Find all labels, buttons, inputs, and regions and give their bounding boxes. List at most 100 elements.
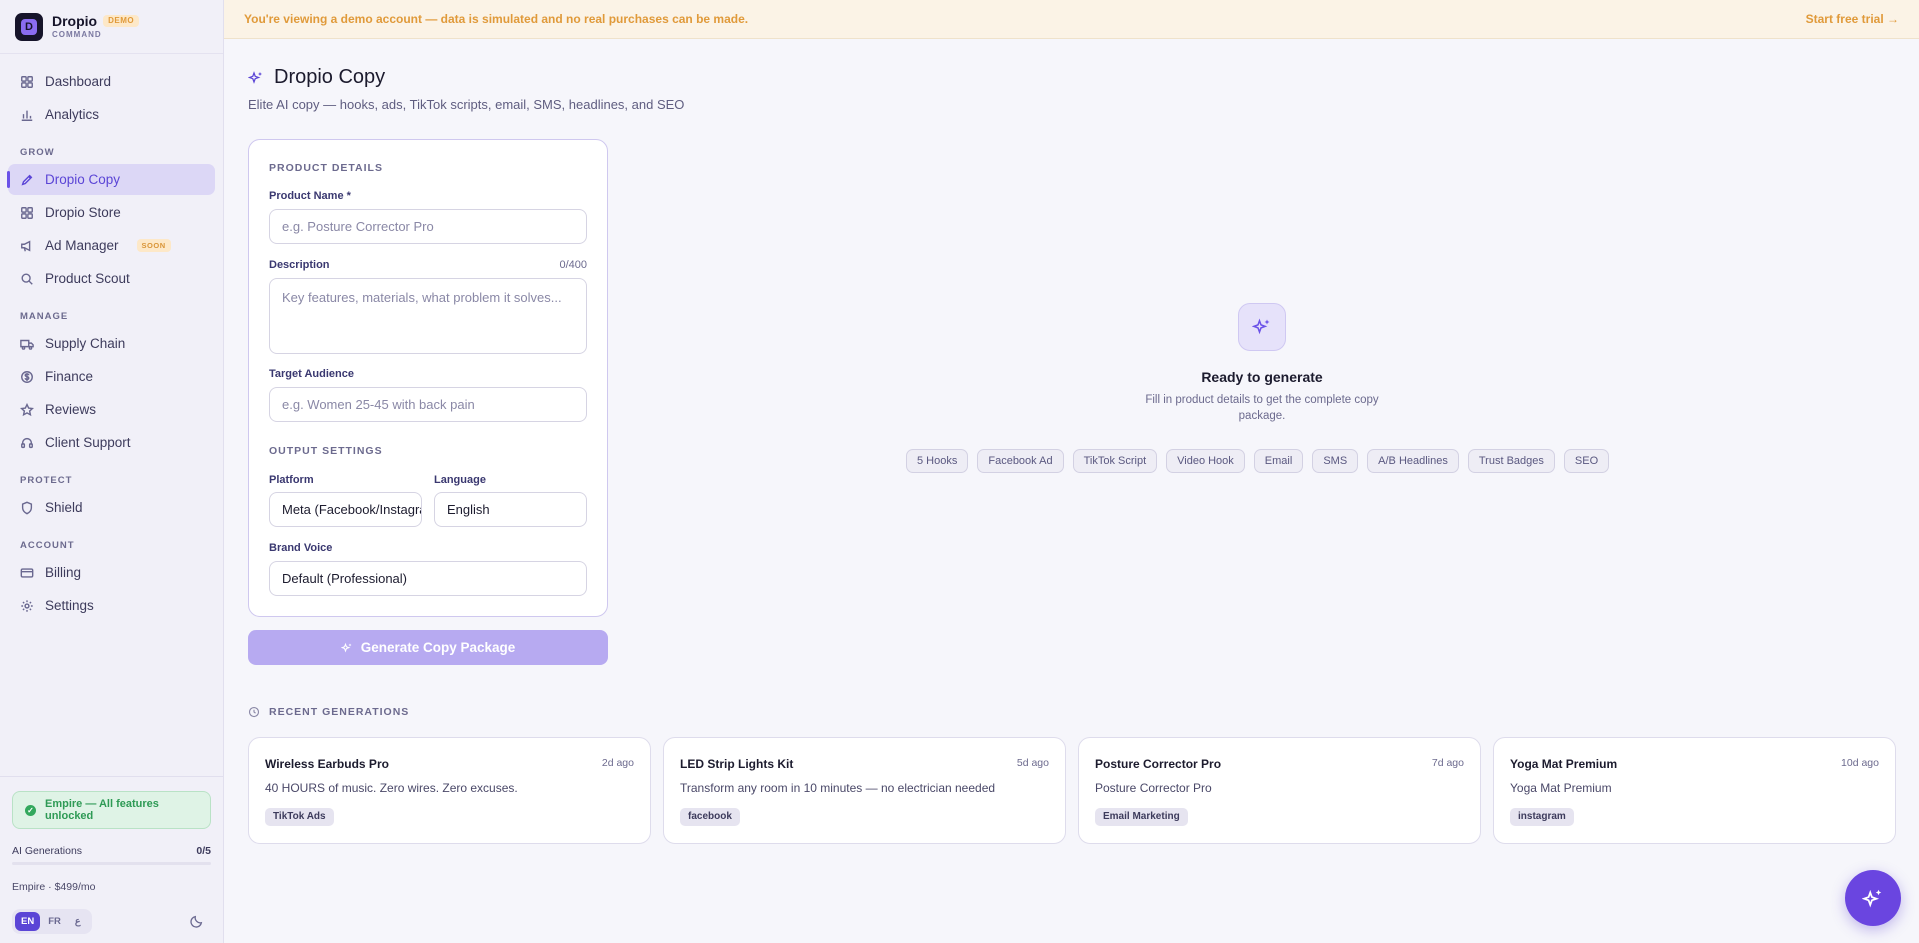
empty-state-title: Ready to generate: [1201, 369, 1323, 385]
recent-card[interactable]: Yoga Mat Premium 10d ago Yoga Mat Premiu…: [1493, 737, 1896, 844]
page-title: Dropio Copy: [248, 66, 385, 89]
generations-label: AI Generations: [12, 845, 83, 857]
nav-item-shield[interactable]: Shield: [8, 492, 215, 523]
nav-label: Product Scout: [45, 271, 130, 286]
pencil-icon: [21, 174, 33, 185]
nav-item-dropio-store[interactable]: Dropio Store: [8, 197, 215, 228]
platform-value: Meta (Facebook/Instagram): [282, 502, 421, 517]
nav-label: Ad Manager: [45, 238, 119, 253]
recent-generations-heading: RECENT GENERATIONS: [248, 706, 409, 718]
recent-card-title: Posture Corrector Pro: [1095, 757, 1222, 771]
page-subtitle: Elite AI copy — hooks, ads, TikTok scrip…: [248, 97, 685, 112]
check-circle-icon: ✓: [25, 804, 36, 816]
product-name-input[interactable]: [269, 209, 587, 244]
language-select[interactable]: English: [434, 492, 587, 527]
star-icon: [20, 402, 34, 416]
sparkles-icon: [1862, 889, 1882, 908]
sidebar-footer: ✓ Empire — All features unlocked AI Gene…: [0, 776, 223, 943]
nav-label: Finance: [45, 369, 94, 384]
recent-card[interactable]: Wireless Earbuds Pro 2d ago 40 HOURS of …: [248, 737, 651, 844]
logo-mark: D: [21, 18, 37, 35]
start-trial-link[interactable]: Start free trial →: [1806, 12, 1899, 26]
history-icon: [248, 706, 260, 718]
output-chip: Email: [1253, 449, 1304, 473]
sparkles-icon: [340, 642, 352, 653]
generate-copy-label: Generate Copy Package: [360, 640, 516, 655]
recent-card-tag: Email Marketing: [1095, 808, 1188, 826]
nav-item-supply-chain[interactable]: Supply Chain: [8, 328, 215, 359]
generations-progress: [12, 862, 211, 865]
lang-ar-button[interactable]: ع: [69, 912, 87, 931]
nav-item-dashboard[interactable]: Dashboard: [8, 66, 215, 97]
platform-label: Platform: [269, 474, 314, 486]
lang-fr-button[interactable]: FR: [42, 912, 67, 931]
main-nav: Dashboard Analytics GROW Dropio Copy Dro…: [0, 54, 223, 621]
product-form-card: PRODUCT DETAILS Product Name * Descripti…: [248, 139, 608, 617]
recent-card-time: 2d ago: [601, 757, 634, 769]
headset-icon: [21, 437, 33, 448]
generate-copy-button[interactable]: Generate Copy Package: [248, 630, 608, 665]
recent-card-time: 5d ago: [1016, 757, 1049, 769]
nav-item-analytics[interactable]: Analytics: [8, 99, 215, 130]
plan-price: Empire · $499/mo: [12, 881, 96, 893]
product-name-label: Product Name *: [269, 190, 351, 202]
nav-item-reviews[interactable]: Reviews: [8, 394, 215, 425]
recent-card-title: Wireless Earbuds Pro: [265, 757, 389, 771]
language-label: Language: [434, 474, 486, 486]
plan-status-text: Empire — All features unlocked: [44, 798, 159, 822]
description-textarea[interactable]: [269, 278, 587, 354]
recent-card-tag: TikTok Ads: [265, 808, 334, 826]
megaphone-icon: [21, 239, 31, 252]
platform-select[interactable]: Meta (Facebook/Instagram): [269, 492, 422, 527]
recent-card-text: Yoga Mat Premium: [1510, 781, 1612, 795]
nav-label: Client Support: [45, 435, 131, 450]
output-chip: A/B Headlines: [1367, 449, 1459, 473]
recent-card-time: 7d ago: [1431, 757, 1464, 769]
recent-card-text: Posture Corrector Pro: [1095, 781, 1212, 795]
brand-header[interactable]: D Dropio DEMO COMMAND: [0, 0, 223, 54]
brand-voice-label: Brand Voice: [269, 542, 333, 554]
plan-status-badge: ✓ Empire — All features unlocked: [12, 791, 211, 829]
nav-label: Shield: [45, 500, 83, 515]
nav-item-billing[interactable]: Billing: [8, 557, 215, 588]
nav-item-client-support[interactable]: Client Support: [8, 427, 215, 458]
nav-item-ad-manager[interactable]: Ad Manager SOON: [8, 230, 215, 261]
shield-icon: [21, 501, 33, 514]
output-chip: Trust Badges: [1467, 449, 1555, 473]
nav-label: Dashboard: [45, 74, 112, 89]
nav-section-account: ACCOUNT: [20, 540, 75, 551]
description-char-count: 0/400: [559, 259, 587, 271]
nav-item-finance[interactable]: Finance: [8, 361, 215, 392]
brand-name: Dropio: [52, 13, 98, 29]
output-chip: Video Hook: [1166, 449, 1245, 473]
nav-label: Dropio Copy: [45, 172, 121, 187]
brand-voice-select[interactable]: Default (Professional): [269, 561, 587, 596]
nav-section-grow: GROW: [20, 147, 55, 158]
description-label: Description: [269, 259, 330, 271]
nav-label: Billing: [45, 565, 82, 580]
recent-card[interactable]: LED Strip Lights Kit 5d ago Transform an…: [663, 737, 1066, 844]
sidebar: D Dropio DEMO COMMAND Dashboard Analytic…: [0, 0, 224, 943]
nav-label: Analytics: [45, 107, 100, 122]
nav-section-manage: MANAGE: [20, 311, 69, 322]
credit-card-icon: [20, 567, 34, 578]
recent-card[interactable]: Posture Corrector Pro 7d ago Posture Cor…: [1078, 737, 1481, 844]
recent-card-title: Yoga Mat Premium: [1510, 757, 1618, 771]
page-title-text: Dropio Copy: [274, 66, 386, 88]
nav-item-product-scout[interactable]: Product Scout: [8, 263, 215, 294]
sparkles-icon: [248, 70, 262, 84]
sparkles-icon: [1252, 318, 1270, 335]
section-output-settings: OUTPUT SETTINGS: [269, 445, 383, 457]
lang-en-button[interactable]: EN: [15, 912, 41, 931]
recent-card-time: 10d ago: [1841, 757, 1879, 769]
nav-section-protect: PROTECT: [20, 475, 73, 486]
moon-icon[interactable]: [190, 914, 204, 928]
ai-assistant-button[interactable]: [1845, 870, 1901, 926]
search-icon: [21, 272, 33, 285]
target-audience-input[interactable]: [269, 387, 587, 422]
demo-badge: DEMO: [103, 15, 140, 27]
nav-item-settings[interactable]: Settings: [8, 590, 215, 621]
demo-banner: You're viewing a demo account — data is …: [224, 0, 1919, 39]
empty-state-description: Fill in product details to get the compl…: [1145, 394, 1379, 422]
nav-item-dropio-copy[interactable]: Dropio Copy: [7, 164, 215, 195]
